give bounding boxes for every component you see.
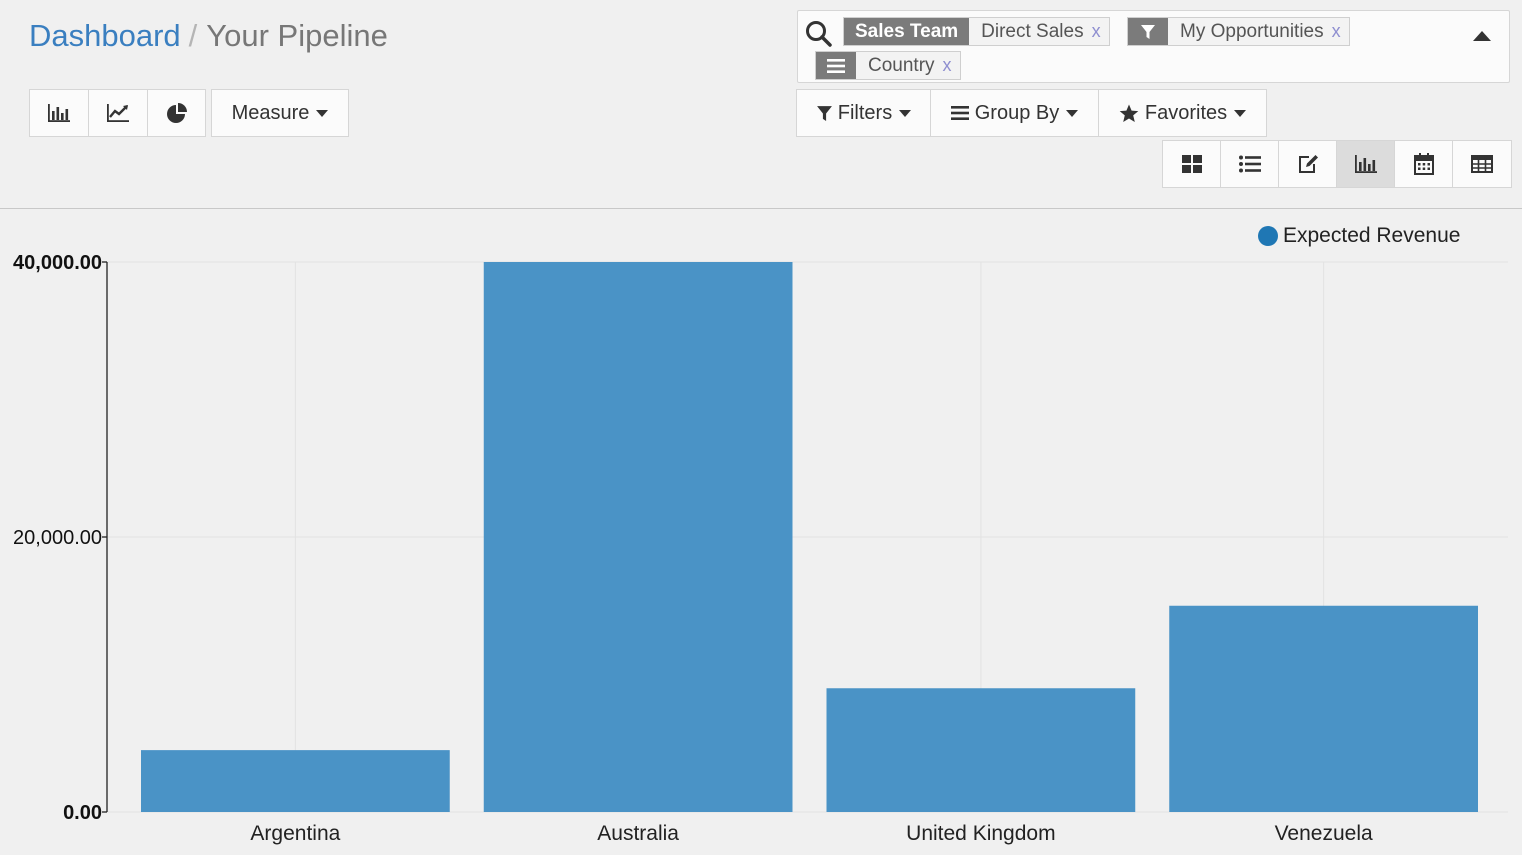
bar[interactable] — [826, 688, 1136, 812]
y-axis-ticks: 0.00 20,000.00 40,000.00 — [13, 252, 107, 824]
bar[interactable] — [1169, 605, 1478, 812]
bar[interactable] — [483, 262, 793, 812]
bar[interactable] — [141, 750, 450, 812]
bar-chart: 0.00 20,000.00 40,000.00 Argentina Australi… — [13, 252, 1508, 845]
x-tick-label: Argentina — [250, 822, 340, 845]
legend-series-dot — [1258, 226, 1278, 246]
x-tick-label: Venezuela — [1275, 822, 1373, 845]
y-tick-label: 20,000.00 — [13, 527, 102, 549]
y-tick-label: 0.00 — [63, 802, 102, 824]
legend-series-label: Expected Revenue — [1283, 224, 1461, 247]
chart-legend[interactable]: Expected Revenue — [1258, 224, 1460, 248]
x-tick-label: Australia — [597, 822, 679, 845]
y-tick-label: 40,000.00 — [13, 252, 102, 274]
x-axis-ticks: Argentina Australia United Kingdom Venezuel… — [250, 822, 1373, 845]
x-tick-label: United Kingdom — [906, 822, 1055, 845]
